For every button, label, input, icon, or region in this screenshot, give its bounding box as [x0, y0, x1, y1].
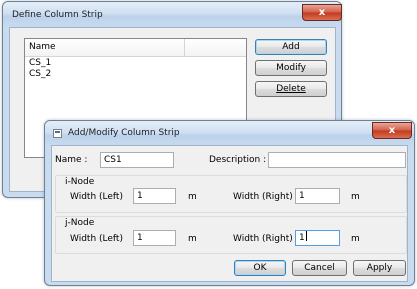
- i-width-right-unit: m: [351, 192, 360, 202]
- j-width-right-input[interactable]: 1: [295, 230, 340, 246]
- close-button[interactable]: x: [302, 4, 342, 21]
- i-width-right-label: Width (Right): [233, 192, 293, 202]
- j-node-label: j-Node: [65, 218, 95, 228]
- add-button[interactable]: Add: [255, 39, 327, 55]
- name-label: Name :: [55, 155, 88, 165]
- add-modify-column-strip-dialog: Add/Modify Column Strip x Name : CS1 Des…: [44, 120, 415, 286]
- j-width-left-unit: m: [188, 234, 197, 244]
- list-item[interactable]: CS_2: [29, 69, 51, 80]
- dialog-title: Define Column Strip: [12, 10, 103, 20]
- cancel-button[interactable]: Cancel: [292, 260, 347, 276]
- modify-button[interactable]: Modify: [255, 60, 327, 76]
- i-width-left-unit: m: [188, 192, 197, 202]
- description-label: Description :: [209, 155, 267, 165]
- delete-button[interactable]: Delete: [255, 81, 327, 97]
- name-input[interactable]: CS1: [100, 152, 174, 168]
- list-item[interactable]: CS_1: [29, 58, 51, 69]
- ok-button[interactable]: OK: [234, 260, 286, 276]
- i-width-left-input[interactable]: 1: [133, 188, 176, 204]
- j-width-left-label: Width (Left): [70, 234, 123, 244]
- j-width-right-unit: m: [351, 234, 360, 244]
- dialog-title: Add/Modify Column Strip: [68, 128, 180, 138]
- apply-button[interactable]: Apply: [353, 260, 406, 276]
- text-caret: [305, 231, 307, 241]
- app-icon: [53, 129, 62, 138]
- i-width-right-input[interactable]: 1: [295, 188, 340, 204]
- j-width-left-input[interactable]: 1: [133, 230, 176, 246]
- column-divider[interactable]: [184, 39, 185, 56]
- j-width-right-value: 1: [299, 233, 305, 243]
- i-node-label: i-Node: [65, 177, 95, 187]
- delete-label: Delete: [276, 84, 306, 94]
- close-button[interactable]: x: [372, 122, 412, 139]
- dialog-client-area: Name : CS1 Description : i-Node Width (L…: [51, 145, 408, 282]
- column-header-name[interactable]: Name: [29, 42, 56, 52]
- description-input[interactable]: [268, 152, 406, 168]
- i-width-left-label: Width (Left): [70, 192, 123, 202]
- j-width-right-label: Width (Right): [233, 234, 293, 244]
- list-header: Name: [25, 39, 246, 57]
